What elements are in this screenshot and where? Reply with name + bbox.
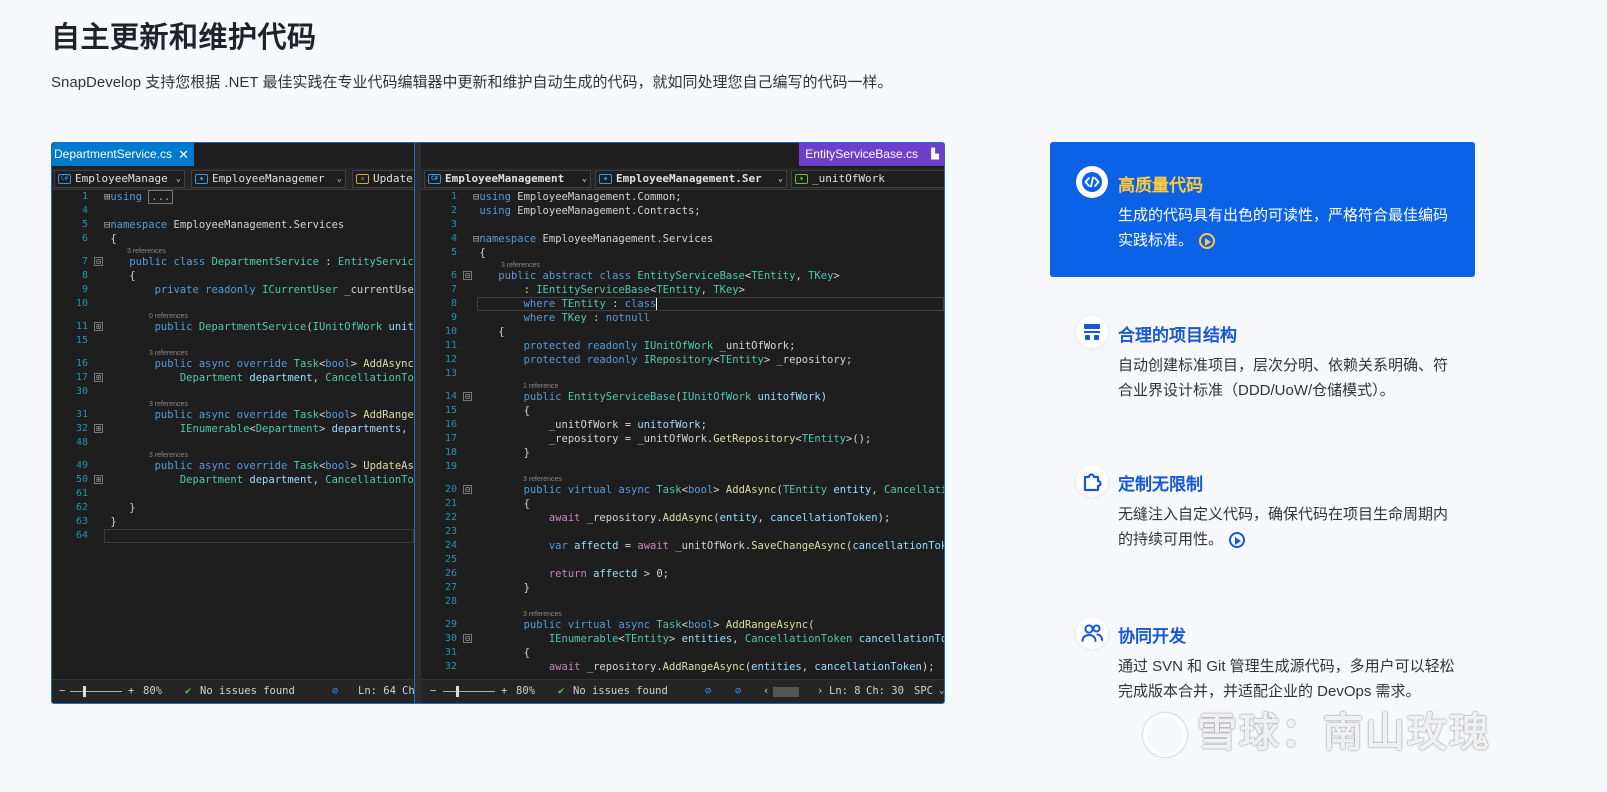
feature-title: 合理的项目结构 xyxy=(1118,326,1237,345)
project-dropdown[interactable]: C# EmployeeManagement ⌄ xyxy=(424,170,591,188)
chevron-down-icon: ⌄ xyxy=(777,174,783,184)
chevron-down-icon: ⌄ xyxy=(336,174,342,184)
zoom-slider-thumb[interactable] xyxy=(83,686,86,697)
zoom-out-button[interactable]: − xyxy=(59,680,65,703)
scroll-left-icon[interactable]: ‹ xyxy=(763,680,769,703)
navigate-forward-icon[interactable]: ⊘ xyxy=(735,680,741,703)
pane-splitter[interactable] xyxy=(414,143,421,703)
chevron-down-icon: ⌄ xyxy=(581,174,587,184)
close-icon[interactable]: ✕ xyxy=(178,143,189,166)
line-indicator: Ln: 64 xyxy=(358,685,396,697)
feature-description: 无缝注入自定义代码，确保代码在项目生命周期内的持续可用性。 xyxy=(1118,506,1449,549)
page-title: 自主更新和维护代码 xyxy=(51,22,317,54)
navigate-back-icon[interactable]: ⊘ xyxy=(705,680,711,703)
tab-department-service[interactable]: DepartmentService.cs ✕ xyxy=(52,143,195,166)
puzzle-icon xyxy=(1076,465,1108,497)
code-icon xyxy=(1076,166,1108,198)
tab-label: DepartmentService.cs xyxy=(54,147,173,161)
zoom-slider[interactable] xyxy=(70,691,122,692)
navigation-bar: C# EmployeeManagement ⌄ ◆ EmployeeManagemen… xyxy=(421,168,944,190)
play-icon[interactable] xyxy=(1199,233,1216,250)
zoom-level[interactable]: 80% xyxy=(516,680,535,703)
zoom-level[interactable]: 80% xyxy=(143,680,162,703)
feature-card-project-structure[interactable]: 合理的项目结构 自动创建标准项目，层次分明、依赖关系明确、符合业界设计标准（DD… xyxy=(1050,312,1475,422)
check-icon: ✔ xyxy=(185,685,192,697)
issues-status[interactable]: No issues found xyxy=(200,680,295,703)
feature-title: 定制无限制 xyxy=(1118,475,1203,494)
watermark-text: 雪球：南山玫瑰 xyxy=(1197,711,1491,755)
dropdown-label: _unitOfWork xyxy=(812,172,885,185)
navigate-icon[interactable]: ⊘ xyxy=(332,680,338,703)
tab-entity-service-base[interactable]: EntityServiceBase.cs ▙ xyxy=(799,143,944,166)
dropdown-label: EmployeeManagemer xyxy=(212,172,325,185)
editor-pane-left: DepartmentService.cs ✕ C# EmployeeManage ⌄… xyxy=(52,143,414,703)
issues-status[interactable]: No issues found xyxy=(573,680,668,703)
project-dropdown[interactable]: C# EmployeeManage ⌄ xyxy=(54,170,185,188)
member-dropdown[interactable]: ◈ _unitOfWork xyxy=(791,170,944,188)
code-editor-screenshot: DepartmentService.cs ✕ C# EmployeeManage ⌄… xyxy=(51,142,945,704)
feature-card-customization[interactable]: 定制无限制 无缝注入自定义代码，确保代码在项目生命周期内的持续可用性。 xyxy=(1050,460,1475,560)
zoom-in-button[interactable]: + xyxy=(128,680,134,703)
column-indicator: Ch xyxy=(402,685,414,697)
structure-icon xyxy=(1076,316,1108,348)
feature-title: 高质量代码 xyxy=(1118,176,1203,195)
code-area[interactable]: 1 ⊟using EmployeeManagement.Common; 2 usi… xyxy=(421,191,944,679)
dropdown-label: EmployeeManage xyxy=(75,172,168,185)
chevron-down-icon: ⌄ xyxy=(175,174,181,184)
type-dropdown[interactable]: ◆ EmployeeManagemer ⌄ xyxy=(191,170,346,188)
horizontal-scrollbar[interactable] xyxy=(773,687,799,697)
feature-description: 通过 SVN 和 Git 管理生成源代码，多用户可以轻松完成版本合并，并适配企业… xyxy=(1118,658,1455,700)
navigation-bar: C# EmployeeManage ⌄ ◆ EmployeeManagemer ⌄ ◇ U… xyxy=(52,168,414,190)
line-indicator: Ln: 8 xyxy=(829,685,861,697)
tab-label: EntityServiceBase.cs xyxy=(805,147,918,161)
check-icon: ✔ xyxy=(558,685,565,697)
dropdown-label: Update xyxy=(373,172,413,185)
csharp-project-icon: C# xyxy=(58,174,71,184)
feature-card-high-quality-code[interactable]: 高质量代码 生成的代码具有出色的可读性，严格符合最佳编码实践标准。 xyxy=(1050,142,1475,277)
field-icon: ◈ xyxy=(795,174,808,184)
pin-icon[interactable]: ▙ xyxy=(931,143,939,166)
watermark: 雪球：南山玫瑰 xyxy=(1143,700,1491,758)
scroll-right-icon[interactable]: › xyxy=(817,680,823,703)
xueqiu-logo-icon xyxy=(1143,713,1187,758)
class-icon: ◆ xyxy=(195,174,208,184)
class-icon: ◆ xyxy=(599,174,612,184)
dropdown-label: EmployeeManagement xyxy=(445,172,565,185)
zoom-slider-thumb[interactable] xyxy=(456,686,459,697)
zoom-out-button[interactable]: − xyxy=(430,680,436,703)
type-dropdown[interactable]: ◆ EmployeeManagement.Ser ⌄ xyxy=(595,170,787,188)
status-bar: − + 80% ✔ No issues found ⊘ Ln: 64 Ch xyxy=(52,679,414,703)
zoom-in-button[interactable]: + xyxy=(501,680,507,703)
users-icon xyxy=(1076,617,1108,649)
column-indicator: Ch: 30 xyxy=(866,685,904,697)
dropdown-label: EmployeeManagement.Ser xyxy=(616,172,762,185)
whitespace-indicator[interactable]: SPC xyxy=(914,680,933,703)
feature-description: 自动创建标准项目，层次分明、依赖关系明确、符合业界设计标准（DDD/UoW/仓储… xyxy=(1118,357,1449,399)
page-subtitle: SnapDevelop 支持您根据 .NET 最佳实践在专业代码编辑器中更新和维… xyxy=(51,74,893,91)
editor-pane-right: EntityServiceBase.cs ▙ C# EmployeeManagem… xyxy=(421,143,944,703)
csharp-project-icon: C# xyxy=(428,174,441,184)
chevron-down-icon[interactable]: ⌄ xyxy=(939,680,944,703)
feature-title: 协同开发 xyxy=(1118,627,1186,646)
code-area[interactable]: 1 ⊞using ... 4 5 ⊟namespace EmployeeManage… xyxy=(52,190,414,679)
zoom-slider[interactable] xyxy=(443,691,495,692)
method-icon: ◇ xyxy=(356,174,369,184)
feature-description: 生成的代码具有出色的可读性，严格符合最佳编码实践标准。 xyxy=(1118,207,1449,250)
status-bar: − + 80% ✔ No issues found ⊘ ⊘ ‹ › Ln: 8 … xyxy=(421,679,944,703)
member-dropdown[interactable]: ◇ Update xyxy=(352,170,414,188)
play-icon[interactable] xyxy=(1229,532,1246,549)
